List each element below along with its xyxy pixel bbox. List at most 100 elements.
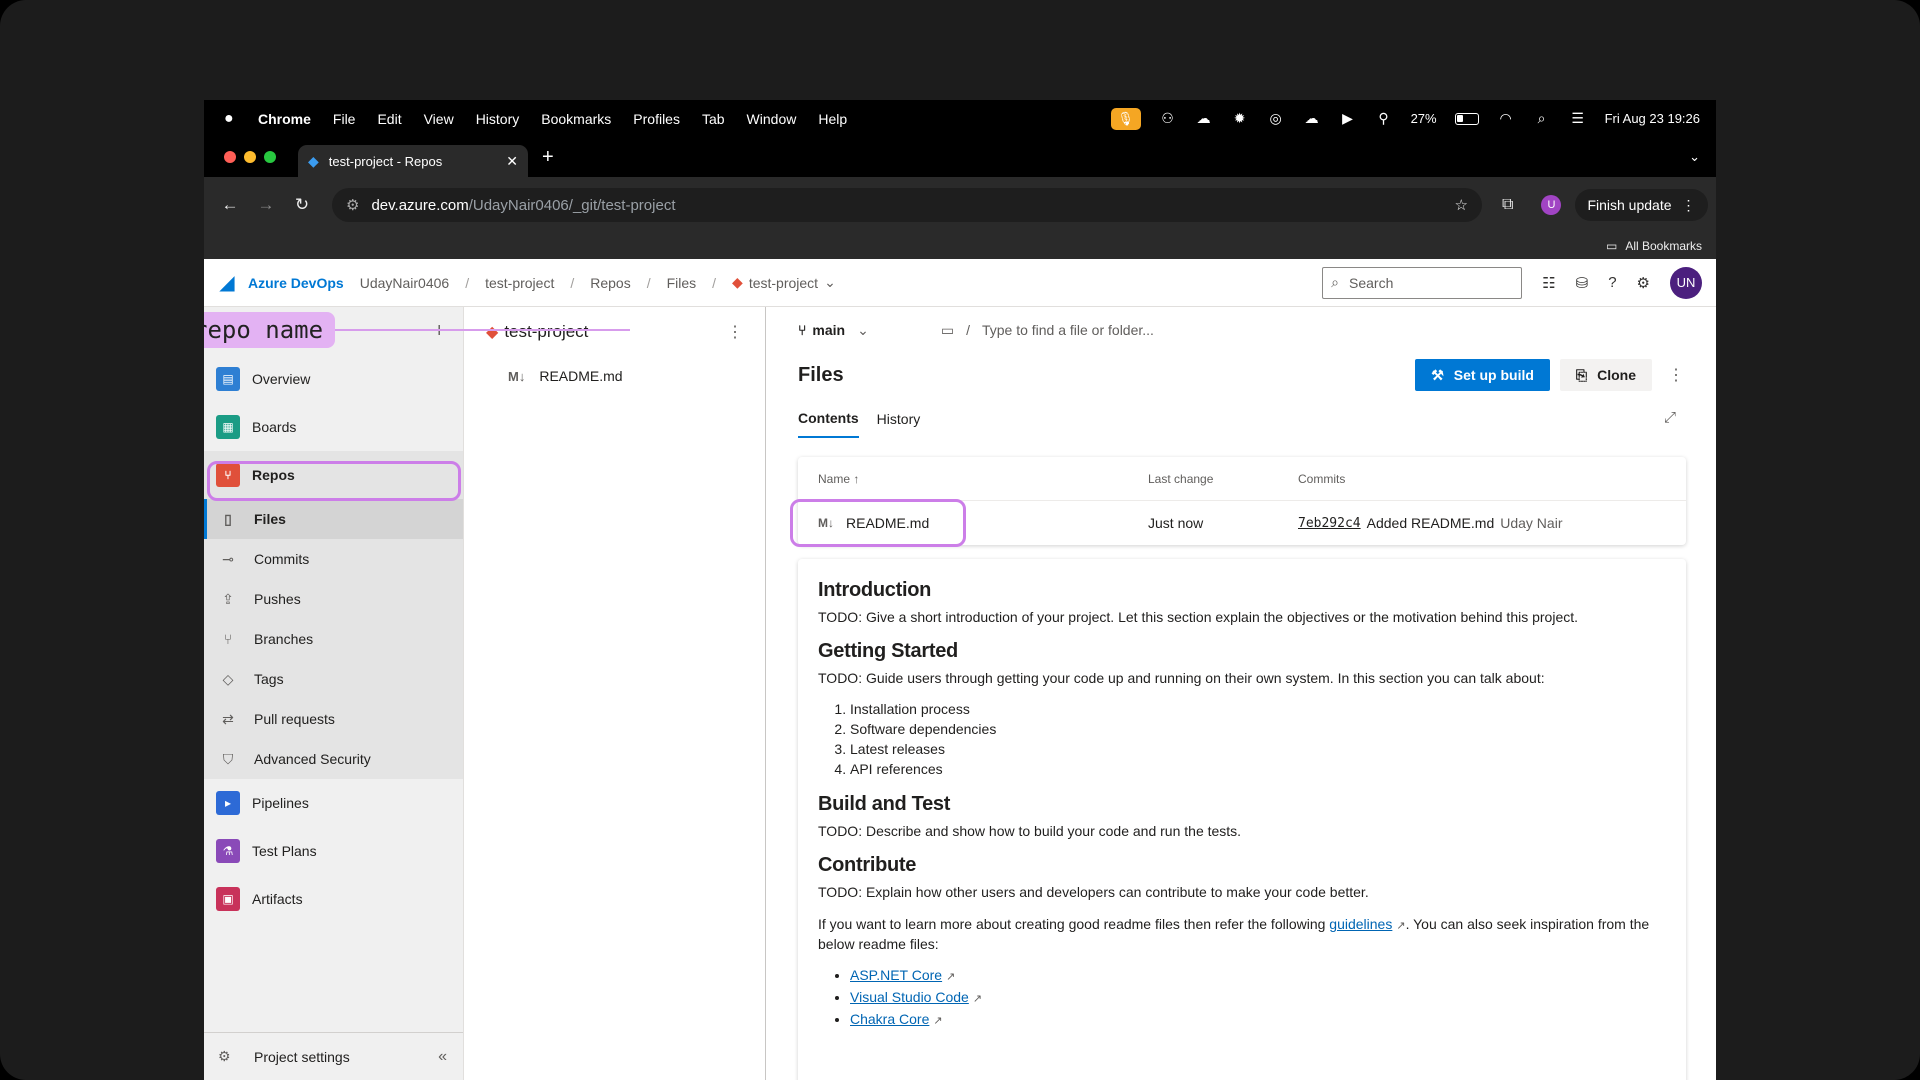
new-tab-button[interactable]: + — [542, 146, 554, 169]
back-icon[interactable]: ← — [212, 195, 248, 215]
column-header-name[interactable]: Name ↑ — [798, 472, 1148, 486]
sidebar-item-artifacts[interactable]: ▣ Artifacts — [204, 875, 463, 923]
site-info-icon[interactable]: ⚙ — [346, 196, 359, 214]
menu-window[interactable]: Window — [747, 111, 797, 127]
azure-devops-logo-icon[interactable]: ◢ — [216, 272, 238, 294]
set-up-build-button[interactable]: ⚒ Set up build — [1415, 359, 1550, 391]
overview-icon: ▤ — [216, 367, 240, 391]
project-settings-item[interactable]: ⚙ Project settings « — [204, 1032, 463, 1080]
help-icon[interactable]: ? — [1608, 274, 1616, 291]
chakra-core-link[interactable]: Chakra Core — [850, 1011, 929, 1027]
all-bookmarks-link[interactable]: All Bookmarks — [1625, 239, 1702, 253]
vscode-link[interactable]: Visual Studio Code — [850, 989, 969, 1005]
menu-view[interactable]: View — [424, 111, 454, 127]
tab-search-chevron-icon[interactable]: ⌄ — [1689, 149, 1700, 165]
tab-history[interactable]: History — [877, 401, 921, 437]
table-header: Name ↑ Last change Commits — [798, 457, 1686, 501]
forward-icon[interactable]: → — [248, 195, 284, 215]
zoom-window-button[interactable] — [264, 151, 276, 163]
minimize-window-button[interactable] — [244, 151, 256, 163]
breadcrumb-project[interactable]: test-project — [485, 275, 554, 291]
control-center-icon[interactable]: ☰ — [1569, 110, 1587, 128]
sidebar-item-label: Branches — [254, 631, 314, 647]
menu-bookmarks[interactable]: Bookmarks — [541, 111, 611, 127]
address-bar[interactable]: ⚙ dev.azure.com /UdayNair0406/_git/test-… — [332, 188, 1482, 222]
kebab-menu-icon[interactable]: ⋮ — [1682, 197, 1696, 214]
menu-history[interactable]: History — [476, 111, 520, 127]
branch-selector[interactable]: ⑂ main ⌄ — [798, 322, 869, 339]
list-item: Installation process — [850, 699, 1666, 719]
macos-menubar: ● Chrome File Edit View History Bookmark… — [204, 100, 1716, 137]
user-settings-icon[interactable]: ⚙ — [1637, 274, 1650, 292]
finish-update-button[interactable]: Finish update ⋮ — [1575, 189, 1708, 221]
commit-sha-link[interactable]: 7eb292c4 — [1298, 516, 1361, 531]
close-tab-icon[interactable]: ✕ — [506, 153, 518, 170]
bookmark-star-icon[interactable]: ☆ — [1455, 196, 1468, 214]
product-name[interactable]: Azure DevOps — [248, 275, 344, 291]
play-icon[interactable]: ▶ — [1339, 110, 1357, 128]
search-icon[interactable]: ⌕ — [1533, 110, 1551, 128]
path-finder-input[interactable]: ▭ / Type to find a file or folder... — [941, 322, 1154, 339]
reload-icon[interactable]: ↻ — [284, 195, 320, 215]
extensions-icon[interactable]: ⧉ — [1502, 196, 1513, 214]
chevron-down-icon: ⌄ — [857, 321, 869, 338]
wifi-icon[interactable]: ◠ — [1497, 110, 1515, 128]
collapse-sidebar-icon[interactable]: « — [438, 1048, 447, 1066]
sidebar-item-advanced-security[interactable]: ⛉ Advanced Security — [204, 739, 463, 779]
highlight-readme-row — [790, 499, 966, 547]
sidebar-item-commits[interactable]: ⊸ Commits — [204, 539, 463, 579]
menu-profiles[interactable]: Profiles — [633, 111, 680, 127]
status-icon-4[interactable]: ⚲ — [1375, 110, 1393, 128]
status-icon-1[interactable]: ⚇ — [1159, 110, 1177, 128]
search-input[interactable]: ⌕ Search — [1322, 266, 1523, 299]
sidebar-item-boards[interactable]: ▦ Boards — [204, 403, 463, 451]
kebab-menu-icon[interactable]: ⋮ — [727, 322, 743, 342]
sidebar-item-branches[interactable]: ⑂ Branches — [204, 619, 463, 659]
sidebar-item-test-plans[interactable]: ⚗ Test Plans — [204, 827, 463, 875]
cloud-icon[interactable]: ☁ — [1303, 110, 1321, 128]
sidebar-item-overview[interactable]: ▤ Overview — [204, 355, 463, 403]
status-icon-3[interactable]: ◎ — [1267, 110, 1285, 128]
menu-file[interactable]: File — [333, 111, 356, 127]
battery-icon[interactable] — [1454, 112, 1479, 125]
user-avatar[interactable]: UN — [1670, 266, 1702, 299]
profile-avatar[interactable]: U — [1541, 195, 1562, 215]
clone-button[interactable]: ⎘ Clone — [1559, 359, 1652, 391]
breadcrumb-separator: / — [465, 274, 470, 291]
menu-help[interactable]: Help — [818, 111, 847, 127]
sidebar-item-pushes[interactable]: ⇪ Pushes — [204, 579, 463, 619]
browser-tab[interactable]: ◆ test-project - Repos ✕ — [298, 145, 528, 177]
tree-file-item[interactable]: M↓ README.md — [464, 357, 765, 395]
sidebar-item-label: Overview — [252, 371, 311, 387]
menu-edit[interactable]: Edit — [377, 111, 401, 127]
tab-contents[interactable]: Contents — [798, 400, 859, 438]
menu-app[interactable]: Chrome — [258, 111, 311, 127]
breadcrumb-repo-selector[interactable]: ◆ test-project ⌄ — [732, 274, 836, 291]
sidebar-item-pipelines[interactable]: ▸ Pipelines — [204, 779, 463, 827]
list-item: Visual Studio Code↗ — [850, 987, 1666, 1009]
menubar-datetime[interactable]: Fri Aug 23 19:26 — [1605, 111, 1700, 126]
sidebar-item-tags[interactable]: ◇ Tags — [204, 659, 463, 699]
brightness-icon[interactable]: ✹ — [1231, 110, 1249, 128]
aspnet-core-link[interactable]: ASP.NET Core — [850, 967, 942, 983]
expand-icon[interactable]: ⤢ — [1664, 409, 1676, 426]
close-window-button[interactable] — [224, 151, 236, 163]
kebab-menu-icon[interactable]: ⋮ — [1668, 365, 1684, 385]
work-items-icon[interactable]: ☷ — [1542, 274, 1555, 292]
breadcrumb-org[interactable]: UdayNair0406 — [360, 275, 450, 291]
microphone-icon[interactable]: 🎙 — [1110, 107, 1141, 130]
breadcrumb-files[interactable]: Files — [667, 275, 697, 291]
external-link-icon: ↗ — [946, 971, 956, 983]
marketplace-icon[interactable]: ⛁ — [1576, 274, 1589, 292]
sidebar-item-files[interactable]: ▯ Files — [204, 499, 463, 539]
window-controls — [224, 151, 276, 163]
repo-tree-header[interactable]: ◆ test-project ⋮ — [464, 307, 765, 357]
apple-icon[interactable]: ● — [224, 110, 240, 128]
menu-tab[interactable]: Tab — [702, 111, 725, 127]
files-title-row: Files ⚒ Set up build ⎘ Clone ⋮ — [766, 353, 1716, 397]
guidelines-link[interactable]: guidelines — [1329, 916, 1392, 932]
status-icon-2[interactable]: ☁ — [1195, 110, 1213, 128]
breadcrumb-repos[interactable]: Repos — [590, 275, 630, 291]
add-icon[interactable]: + — [433, 320, 445, 343]
sidebar-item-pull-requests[interactable]: ⇄ Pull requests — [204, 699, 463, 739]
